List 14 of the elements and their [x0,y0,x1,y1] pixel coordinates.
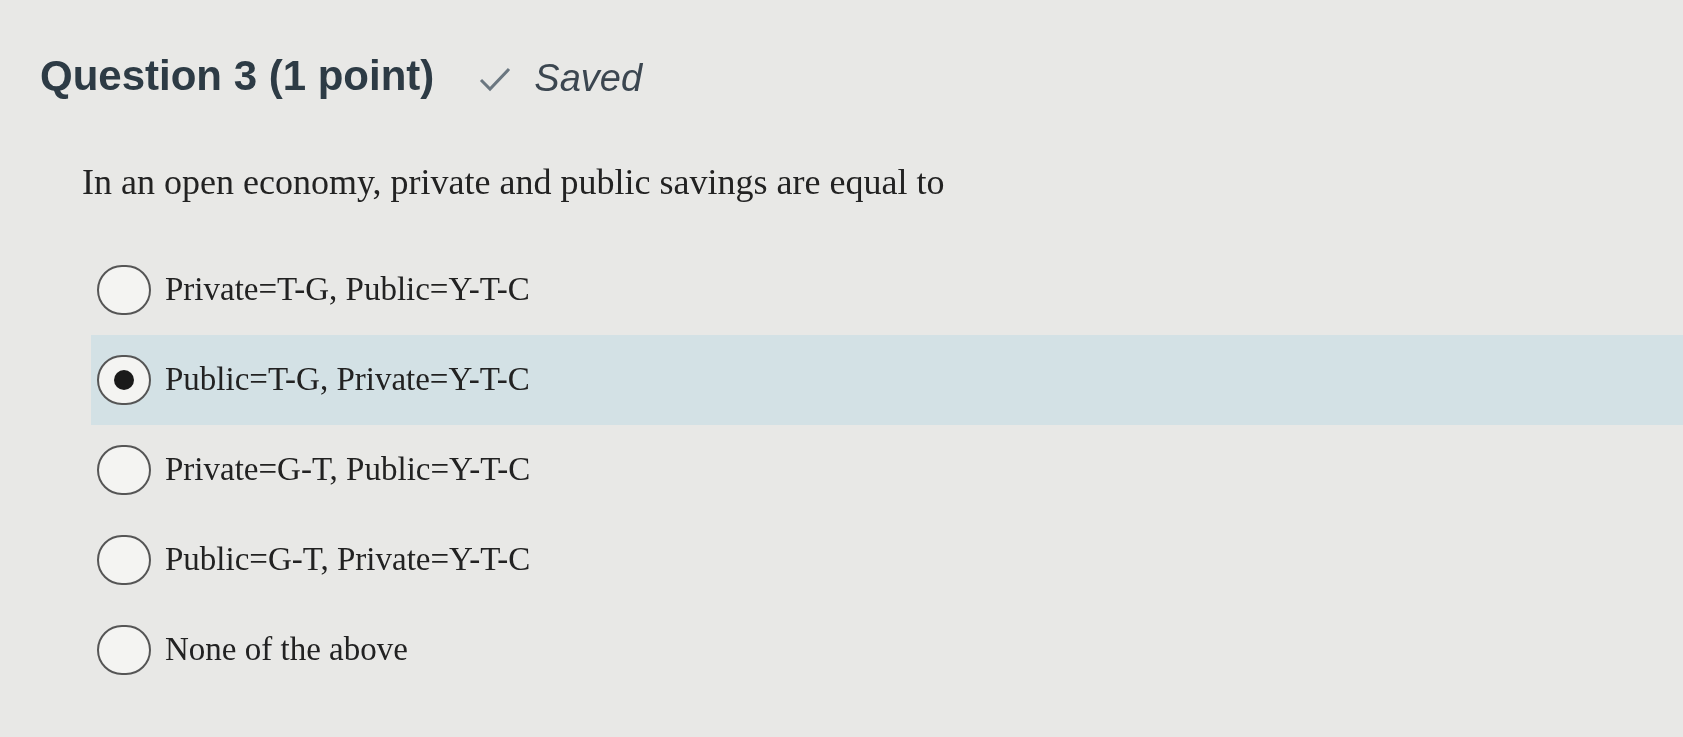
checkmark-icon [478,65,513,92]
option-label: None of the above [165,630,408,670]
option-label: Private=G-T, Public=Y-T-C [165,450,531,490]
radio-button[interactable] [97,625,151,675]
radio-button[interactable] [97,355,151,405]
question-title: Question 3 (1 point) [40,51,435,101]
option-label: Public=G-T, Private=Y-T-C [165,540,531,580]
radio-button[interactable] [97,445,151,495]
question-text: In an open economy, private and public savings are equal to [82,161,946,204]
radio-button[interactable] [97,535,151,585]
option-label: Public=T-G, Private=Y-T-C [165,360,530,400]
radio-button[interactable] [97,265,151,315]
saved-status: Saved [534,56,643,101]
option-label: Private=T-G, Public=Y-T-C [165,270,530,310]
